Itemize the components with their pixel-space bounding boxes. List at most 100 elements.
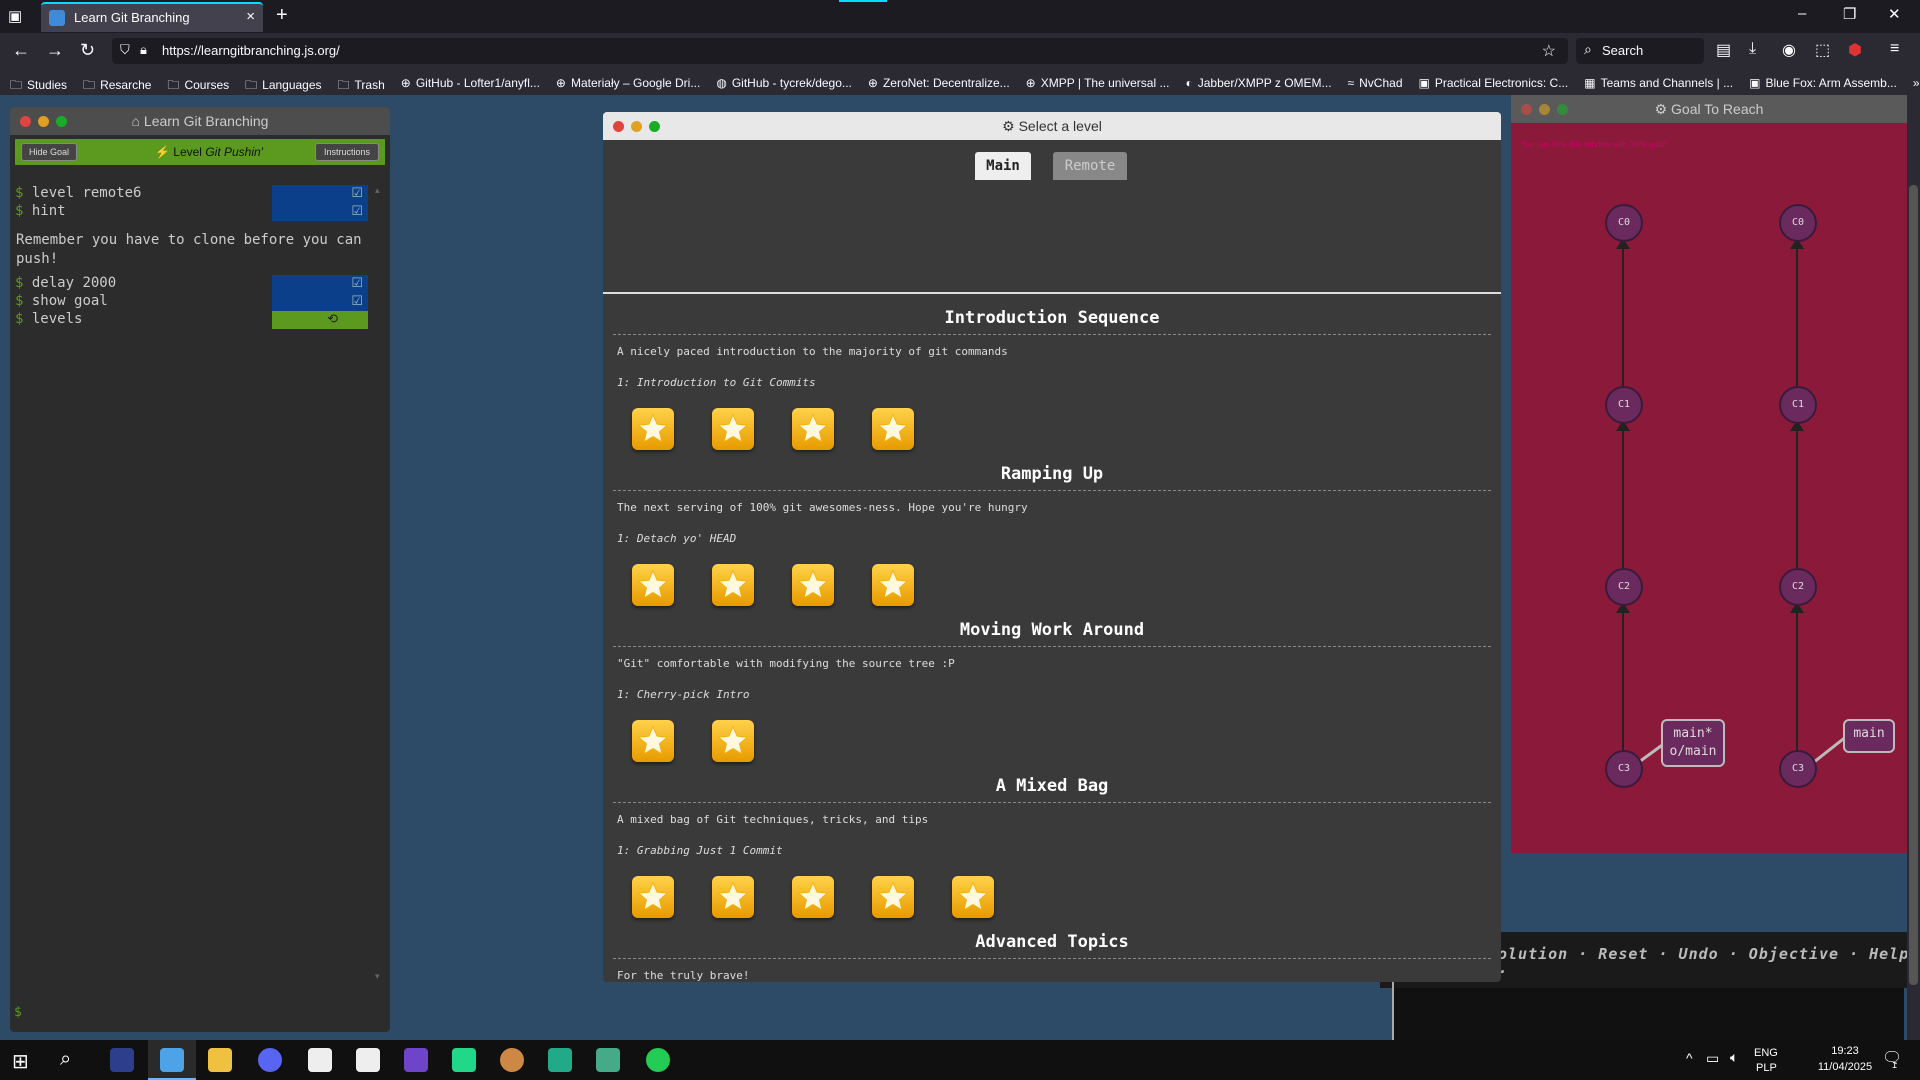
goal-panel: ⚙ Goal To Reach You can hide this window… [1511,95,1907,853]
instructions-button[interactable]: Instructions [315,143,379,161]
sequence-divider [613,490,1491,491]
level-star-button[interactable] [632,720,674,762]
level-star-button[interactable] [792,408,834,450]
bookmark-item[interactable]: 🗀 Resarche [73,71,157,95]
sequence-divider [613,958,1491,959]
bookmark-item[interactable]: ▣ Practical Electronics: C... [1409,71,1575,95]
tab-remote[interactable]: Remote [1053,152,1127,180]
network-icon[interactable]: ▭ [1706,1050,1719,1067]
bookmark-star-icon[interactable]: ☆ [1542,41,1556,61]
forward-icon[interactable]: → [46,40,64,61]
search-icon[interactable]: ⌕ [60,1048,71,1071]
ublock-icon[interactable]: ⬢ [1848,40,1862,60]
level-star-button[interactable] [792,876,834,918]
image-viewer-icon[interactable] [596,1048,620,1072]
file-explorer-icon[interactable] [208,1048,232,1072]
windows-start-icon[interactable]: ⊞ [12,1049,29,1074]
back-icon[interactable]: ← [12,40,30,61]
level-star-button[interactable] [872,564,914,606]
command-status-bar: ☑ [272,203,368,221]
scrollbar-thumb[interactable] [1909,185,1918,985]
notepad-icon[interactable] [308,1048,332,1072]
bottom-links[interactable]: olution · Reset · Undo · Objective · Hel… [1498,945,1920,981]
modal-title: Select a level [1018,118,1102,134]
bookmark-item[interactable]: ≈ NvChad [1338,71,1409,95]
command-prompt: $ [15,311,24,327]
tab-main[interactable]: Main [975,152,1031,180]
sequence-divider [613,334,1491,335]
taskbar-active-app[interactable] [148,1040,196,1080]
volume-icon[interactable]: 🔈︎ [1730,1049,1738,1066]
minimize-button[interactable]: – [1798,5,1806,22]
star-icon [717,725,749,755]
vs-icon[interactable] [548,1048,572,1072]
menu-icon[interactable]: ≡ [1890,40,1899,58]
sequence-first-level: 1: Detach yo' HEAD [617,532,737,545]
browser-tab[interactable]: Learn Git Branching × [41,2,263,32]
obsidian-icon[interactable] [404,1048,428,1072]
command-prompt: $ [15,275,24,291]
bookmark-item[interactable]: 🗀 Trash [328,71,391,95]
level-star-button[interactable] [712,408,754,450]
bookmark-item[interactable]: ⊕ Materiały – Google Dri... [546,71,706,95]
account-icon[interactable]: ◉ [1782,40,1796,60]
bookmark-item[interactable]: 🗀 Courses [157,71,235,95]
tray-chevron-icon[interactable]: ^ [1686,1050,1693,1066]
discord-icon[interactable] [258,1048,282,1072]
green-app-icon[interactable] [646,1048,670,1072]
bookmark-item[interactable]: ◐ Jabber/XMPP z OMEM... [1175,71,1337,95]
downloads-icon[interactable]: ⤓ [1749,40,1756,58]
level-star-button[interactable] [632,876,674,918]
level-star-button[interactable] [952,876,994,918]
star-icon [717,413,749,443]
bookmark-item[interactable]: 🗀 Languages [235,71,327,95]
tab-underline [603,292,1501,294]
level-star-button[interactable] [712,720,754,762]
tab-list-icon[interactable]: ▣ [8,7,22,25]
search-icon: ⌕ [1584,41,1592,57]
level-star-button[interactable] [872,876,914,918]
lock-icon[interactable]: 🔒︎ [140,42,147,58]
page-scrollbar[interactable] [1907,95,1920,1040]
level-star-button[interactable] [632,408,674,450]
url-text[interactable]: https://learngitbranching.js.org/ [162,43,340,58]
level-star-button[interactable] [792,564,834,606]
bookmark-item[interactable]: 🗀 Studies [0,71,73,95]
lang-secondary[interactable]: PLP [1756,1062,1777,1074]
history-scrollbar[interactable]: ▴ ▾ [375,185,385,985]
sequence-description: The next serving of 100% git awesomes-ne… [617,501,1028,514]
reload-icon[interactable]: ↻ [80,40,95,61]
bookmark-item[interactable]: ⊕ GitHub - Lofter1/anyfl... [391,71,546,95]
pycharm-icon[interactable] [452,1048,476,1072]
lang-primary[interactable]: ENG [1754,1047,1778,1059]
hide-goal-button[interactable]: Hide Goal [21,143,77,161]
bookmark-item[interactable]: ▦ Teams and Channels | ... [1574,71,1739,95]
shield-icon[interactable]: ⛉ [120,42,130,58]
level-star-button[interactable] [632,564,674,606]
extensions-icon[interactable]: ⬚ [1815,40,1830,60]
clock-time[interactable]: 19:23 [1815,1045,1875,1057]
panel-title: Learn Git Branching [143,113,269,129]
level-star-button[interactable] [712,564,754,606]
terminal-icon[interactable] [110,1048,134,1072]
command-status-bar: ☑ [272,185,368,203]
window-close-button[interactable]: ✕ [1888,5,1901,23]
level-star-button[interactable] [872,408,914,450]
chrome-icon[interactable] [500,1048,524,1072]
close-tab-icon[interactable]: × [246,8,255,25]
clock-date[interactable]: 11/04/2025 [1805,1061,1885,1073]
bookmark-item[interactable]: ⊕ ZeroNet: Decentralize... [858,71,1016,95]
pocket-icon[interactable]: ▤ [1716,40,1731,60]
url-bar[interactable]: ⛉ 🔒︎ https://learngitbranching.js.org/ ☆ [112,38,1568,64]
search-box[interactable]: ⌕ Search [1576,38,1704,64]
level-star-button[interactable] [712,876,754,918]
bookmarks-overflow-icon[interactable]: » [1903,71,1920,95]
maximize-button[interactable]: ❐ [1843,5,1856,23]
bookmark-item[interactable]: ◍ GitHub - tycrek/dego... [706,71,858,95]
twitch-icon[interactable] [356,1048,380,1072]
star-icon [637,413,669,443]
new-tab-button[interactable]: + [276,4,288,27]
input-prompt[interactable]: $ [14,1005,22,1020]
bookmark-item[interactable]: ⊕ XMPP | The universal ... [1016,71,1176,95]
bookmark-item[interactable]: ▣ Blue Fox: Arm Assemb... [1739,71,1903,95]
